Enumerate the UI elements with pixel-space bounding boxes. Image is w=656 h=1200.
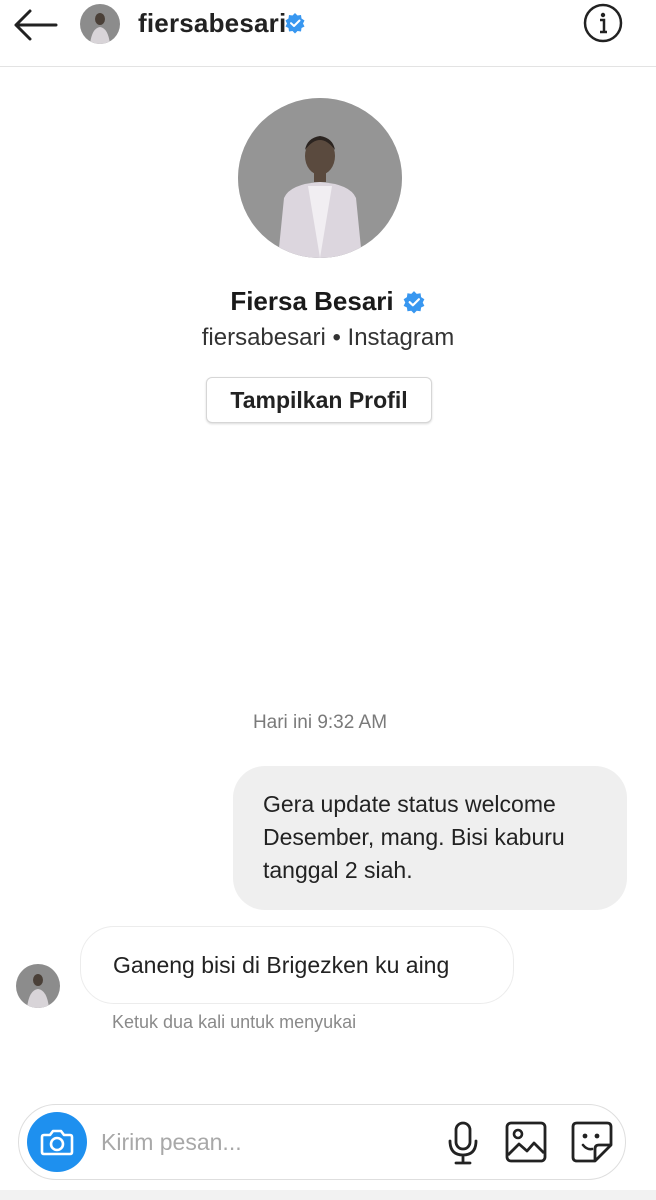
gallery-button[interactable] xyxy=(503,1119,549,1165)
bottom-edge xyxy=(0,1190,656,1200)
received-message-text: Ganeng bisi di Brigezken ku aing xyxy=(113,951,450,978)
arrow-left-icon xyxy=(14,9,58,41)
received-message-bubble[interactable]: Ganeng bisi di Brigezken ku aing xyxy=(80,926,514,1004)
message-composer xyxy=(18,1104,626,1180)
camera-button[interactable] xyxy=(27,1112,87,1172)
header-avatar[interactable] xyxy=(80,4,120,44)
voice-message-button[interactable] xyxy=(443,1121,483,1165)
microphone-icon xyxy=(448,1121,478,1165)
sender-avatar[interactable] xyxy=(16,964,60,1008)
verified-badge-icon xyxy=(403,290,425,313)
avatar-image xyxy=(80,4,120,44)
double-tap-like-hint: Ketuk dua kali untuk menyukai xyxy=(112,1012,357,1032)
camera-icon xyxy=(40,1129,74,1156)
profile-image xyxy=(238,98,402,258)
back-button[interactable] xyxy=(8,6,60,46)
view-profile-button[interactable]: Tampilkan Profil xyxy=(206,377,432,423)
chat-header: fiersabesari xyxy=(0,0,656,67)
avatar-image xyxy=(16,964,60,1008)
message-input[interactable] xyxy=(101,1123,421,1161)
verified-badge-icon xyxy=(285,13,305,34)
sent-message-bubble[interactable]: Gera update status welcome Desember, man… xyxy=(233,766,627,910)
message-timestamp: Hari ini 9:32 AM xyxy=(252,712,388,733)
header-username[interactable]: fiersabesari xyxy=(138,8,286,39)
profile-display-name: Fiersa Besari xyxy=(230,286,394,316)
sticker-button[interactable] xyxy=(569,1119,615,1165)
info-icon xyxy=(583,3,623,43)
profile-photo[interactable] xyxy=(238,98,402,258)
profile-display-name-row: Fiersa Besari xyxy=(0,286,656,317)
info-button[interactable] xyxy=(582,2,624,44)
sticker-icon xyxy=(571,1121,613,1163)
profile-subtitle: fiersabesari • Instagram xyxy=(201,324,455,351)
image-icon xyxy=(505,1121,547,1163)
